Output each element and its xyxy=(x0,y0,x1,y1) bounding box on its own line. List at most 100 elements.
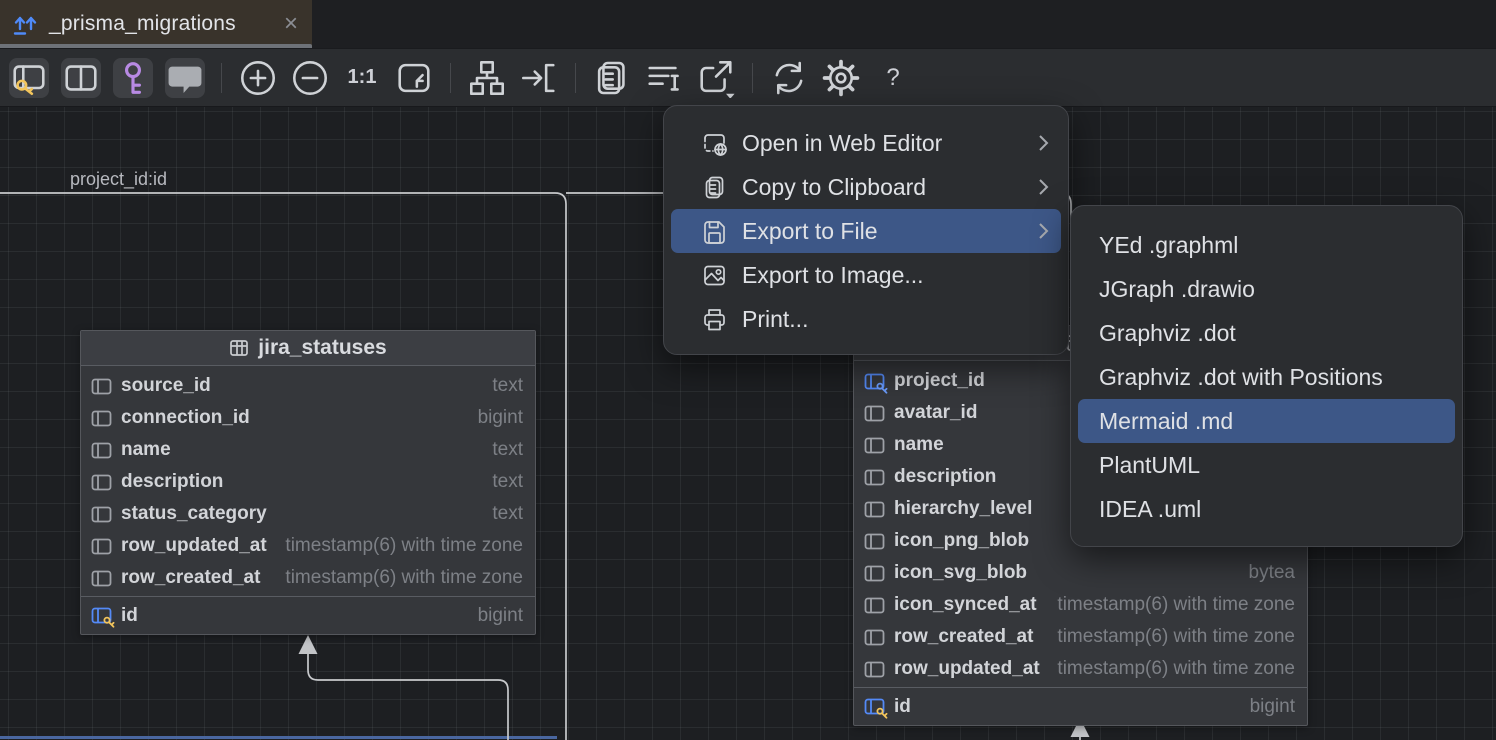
show-keys-icon xyxy=(113,58,153,98)
column-icon xyxy=(864,660,885,679)
toolbar-separator xyxy=(752,63,753,93)
migration-icon xyxy=(12,11,39,38)
gear-icon xyxy=(821,58,861,98)
submenu-item-label: Mermaid .md xyxy=(1099,408,1233,435)
actual-size-label: 1:1 xyxy=(348,66,377,89)
settings-button[interactable] xyxy=(821,58,861,98)
toolbar-separator xyxy=(450,63,451,93)
entity-table-jira-statuses[interactable]: jira_statuses source_id text xyxy=(80,330,536,635)
text-size-button[interactable] xyxy=(644,58,684,98)
toolbar-separator xyxy=(575,63,576,93)
refresh-button[interactable] xyxy=(769,58,809,98)
table-row[interactable]: id bigint xyxy=(81,596,535,634)
zoom-in-button[interactable] xyxy=(238,58,278,98)
column-icon xyxy=(864,404,885,423)
zoom-out-button[interactable] xyxy=(290,58,330,98)
tab-prisma-migrations[interactable]: _prisma_migrations × xyxy=(0,0,312,48)
column-icon xyxy=(91,505,112,524)
column-icon xyxy=(864,596,885,615)
table-row[interactable]: row_updated_at timestamp(6) with time zo… xyxy=(854,653,1307,685)
web-editor-icon xyxy=(701,130,728,157)
menu-item-print[interactable]: Print... xyxy=(671,297,1061,341)
menu-item-label: Export to File xyxy=(742,218,878,245)
table-row[interactable]: row_created_at timestamp(6) with time zo… xyxy=(81,562,535,594)
show-comments-button[interactable] xyxy=(165,58,205,98)
menu-item-label: Copy to Clipboard xyxy=(742,174,926,201)
copy-diagram-button[interactable] xyxy=(592,58,632,98)
menu-item-label: Open in Web Editor xyxy=(742,130,942,157)
submenu-item-jgraph-drawio[interactable]: JGraph .drawio xyxy=(1078,267,1455,311)
actual-size-button[interactable]: 1:1 xyxy=(342,58,382,98)
text-size-icon xyxy=(644,58,684,98)
close-icon[interactable]: × xyxy=(284,12,298,36)
table-title: jira_statuses xyxy=(258,336,386,360)
apply-layout-icon xyxy=(467,58,507,98)
show-keys-button[interactable] xyxy=(113,58,153,98)
apply-layout-button[interactable] xyxy=(467,58,507,98)
toolbar-separator xyxy=(221,63,222,93)
show-columns-icon xyxy=(61,58,101,98)
column-icon xyxy=(864,468,885,487)
column-icon xyxy=(91,409,112,428)
menu-item-copy-to-clipboard[interactable]: Copy to Clipboard xyxy=(671,165,1061,209)
column-icon xyxy=(864,532,885,551)
menu-item-export-to-image[interactable]: Export to Image... xyxy=(671,253,1061,297)
table-header[interactable]: jira_statuses xyxy=(81,331,535,366)
submenu-item-label: Graphviz .dot with Positions xyxy=(1099,364,1383,391)
show-key-columns-icon xyxy=(9,58,49,98)
table-row[interactable]: source_id text xyxy=(81,370,535,402)
table-rows: source_id text connection_id bigint xyxy=(81,366,535,634)
menu-item-export-to-file[interactable]: Export to File xyxy=(671,209,1061,253)
table-row[interactable]: connection_id bigint xyxy=(81,402,535,434)
jump-to-source-icon xyxy=(519,58,559,98)
table-row[interactable]: icon_synced_at timestamp(6) with time zo… xyxy=(854,589,1307,621)
submenu-item-label: Graphviz .dot xyxy=(1099,320,1236,347)
submenu-item-mermaid-md[interactable]: Mermaid .md xyxy=(1078,399,1455,443)
chevron-right-icon xyxy=(1037,178,1049,196)
table-icon xyxy=(229,338,249,358)
context-menu: Open in Web Editor Copy to Clipboard Exp… xyxy=(663,105,1069,355)
submenu-item-yed-graphml[interactable]: YEd .graphml xyxy=(1078,223,1455,267)
column-icon xyxy=(91,537,112,556)
export-icon xyxy=(696,58,736,98)
export-button[interactable] xyxy=(696,58,736,98)
table-row[interactable]: description text xyxy=(81,466,535,498)
column-icon xyxy=(864,628,885,647)
submenu-item-idea-uml[interactable]: IDEA .uml xyxy=(1078,487,1455,531)
help-button[interactable]: ? xyxy=(873,58,913,98)
submenu-item-label: IDEA .uml xyxy=(1099,496,1201,523)
show-columns-button[interactable] xyxy=(61,58,101,98)
printer-icon xyxy=(701,306,728,333)
table-row[interactable]: status_category text xyxy=(81,498,535,530)
save-icon xyxy=(701,218,728,245)
column-icon xyxy=(864,564,885,583)
column-icon xyxy=(91,441,112,460)
submenu-item-label: YEd .graphml xyxy=(1099,232,1238,259)
show-key-columns-button[interactable] xyxy=(9,58,49,98)
table-row[interactable]: row_created_at timestamp(6) with time zo… xyxy=(854,621,1307,653)
table-row[interactable]: row_updated_at timestamp(6) with time zo… xyxy=(81,530,535,562)
submenu-item-label: PlantUML xyxy=(1099,452,1200,479)
submenu-item-graphviz-dot-positions[interactable]: Graphviz .dot with Positions xyxy=(1078,355,1455,399)
table-row[interactable]: name text xyxy=(81,434,535,466)
menu-item-label: Export to Image... xyxy=(742,262,924,289)
help-label: ? xyxy=(886,64,899,92)
menu-item-open-in-web-editor[interactable]: Open in Web Editor xyxy=(671,121,1061,165)
primary-key-icon xyxy=(864,697,885,716)
submenu-item-plantuml[interactable]: PlantUML xyxy=(1078,443,1455,487)
table-row[interactable]: id bigint xyxy=(854,687,1307,725)
relationship-label[interactable]: project_id:id xyxy=(70,169,167,190)
zoom-out-icon xyxy=(290,58,330,98)
refresh-icon xyxy=(769,58,809,98)
chevron-right-icon xyxy=(1037,134,1049,152)
primary-key-icon xyxy=(91,606,112,625)
jump-to-source-button[interactable] xyxy=(519,58,559,98)
foreign-key-icon xyxy=(864,372,885,391)
chevron-right-icon xyxy=(1037,222,1049,240)
table-row[interactable]: icon_svg_blob bytea xyxy=(854,557,1307,589)
export-to-file-submenu: YEd .graphml JGraph .drawio Graphviz .do… xyxy=(1070,205,1463,547)
copy-diagram-icon xyxy=(592,58,632,98)
fit-content-icon xyxy=(394,58,434,98)
fit-content-button[interactable] xyxy=(394,58,434,98)
submenu-item-graphviz-dot[interactable]: Graphviz .dot xyxy=(1078,311,1455,355)
